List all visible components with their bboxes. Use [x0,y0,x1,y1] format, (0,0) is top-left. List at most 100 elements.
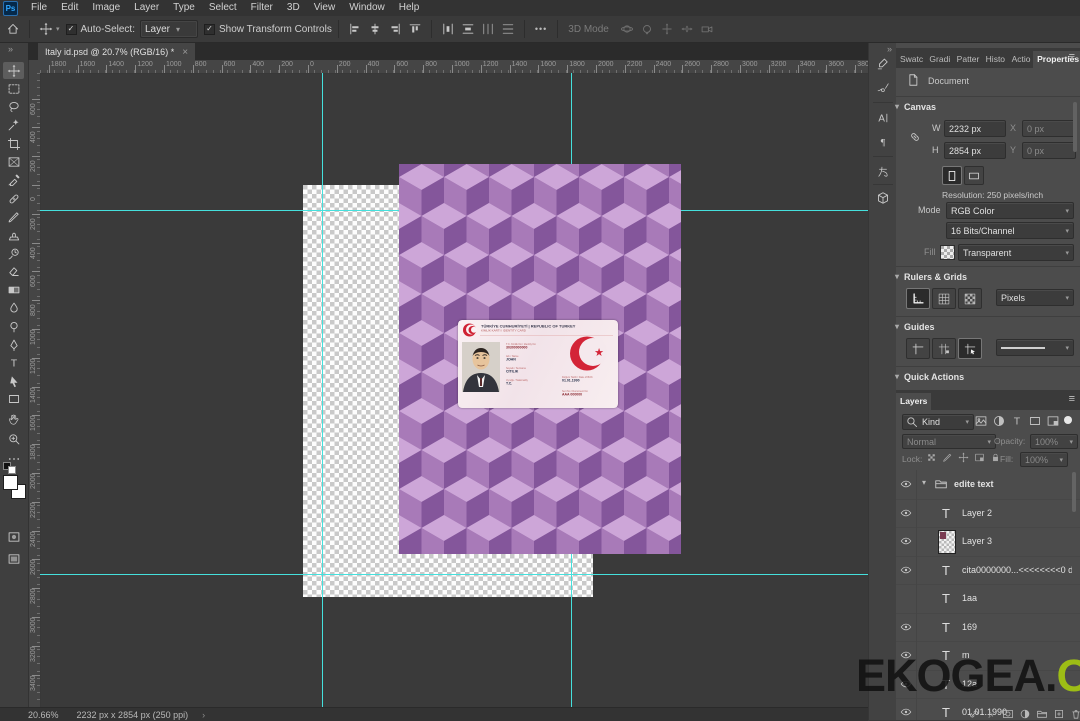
tool-path-select[interactable] [3,373,24,390]
quick-mask-button[interactable] [3,528,24,545]
eye-icon[interactable] [900,478,912,490]
tool-healing[interactable] [3,190,24,207]
lock-smart-obj-icon[interactable] [974,452,985,463]
screen-mode-button[interactable] [3,550,24,567]
layer-row[interactable]: T 1aa [896,584,1080,614]
tool-move[interactable] [3,62,24,79]
tool-shape[interactable] [3,390,24,407]
menu-select[interactable]: Select [202,0,244,16]
menu-type[interactable]: Type [166,0,202,16]
align-center-h-icon[interactable] [368,22,382,36]
fill-swatch[interactable] [940,245,955,260]
lock-checker-icon[interactable] [926,452,937,463]
folder-icon[interactable] [1036,708,1048,720]
color-swatches[interactable] [3,462,26,502]
toggle-guides-button[interactable] [906,338,930,359]
tool-hand[interactable] [3,410,24,427]
guide-horizontal-2[interactable] [40,574,868,575]
scrollbar-thumb[interactable] [1073,102,1077,152]
tool-lasso[interactable] [3,99,24,116]
tool-crop[interactable] [3,135,24,152]
tab-patter[interactable]: Patter [953,51,982,68]
layer-filter-kind-dropdown[interactable]: Kind ▾ [902,414,974,430]
eye-icon[interactable] [900,535,912,547]
panel-menu-icon[interactable]: ≡ [1069,51,1075,63]
scrollbar-thumb[interactable] [1072,472,1076,512]
link-dimensions-icon[interactable] [908,130,922,144]
panel-menu-icon[interactable]: ≡ [1069,393,1075,405]
orientation-landscape-button[interactable] [964,166,984,185]
ruler-horizontal[interactable]: 1800 1600 1400 1200 1000 800 600 400 200 0 200 400 6… [40,60,868,74]
menu-view[interactable]: View [307,0,343,16]
more-options-icon[interactable]: ••• [535,24,547,34]
filter-type-icon[interactable]: T [1010,414,1024,428]
align-left-icon[interactable] [348,22,362,36]
eye-icon[interactable] [900,507,912,519]
eye-icon[interactable] [900,706,912,718]
link-icon[interactable] [968,708,980,720]
layer-row[interactable]: Tcita0000000...<<<<<<<<0 d [896,555,1080,585]
layer-row[interactable]: ▾ edite text [896,470,1080,500]
id-card[interactable]: TÜRKİYE CUMHURİYETİ | REPUBLIC OF TURKEY… [458,320,618,408]
distribute-dist-4-icon[interactable] [501,22,515,36]
tool-history-brush[interactable] [3,245,24,262]
canvas-section-header[interactable]: ▾ Canvas [895,102,936,112]
guide-vertical-2[interactable] [571,73,572,164]
document-tab[interactable]: Italy id.psd @ 20.7% (RGB/16) * × [38,42,196,61]
tool-type[interactable]: T [3,355,24,372]
ruler-units-dropdown[interactable]: Pixels ▾ [996,289,1074,306]
mask-icon[interactable] [1002,708,1014,720]
tab-histo[interactable]: Histo [982,51,1008,68]
mode-dropdown[interactable]: RGB Color ▾ [946,202,1074,219]
tool-blur[interactable] [3,300,24,317]
menu-file[interactable]: File [24,0,54,16]
eye-icon[interactable] [900,621,912,633]
tab-swatc[interactable]: Swatc [896,51,925,68]
align-right-icon[interactable] [388,22,402,36]
tool-marquee[interactable] [3,80,24,97]
adjust-icon[interactable] [1019,708,1031,720]
close-icon[interactable]: × [182,47,188,58]
auto-select-checkbox[interactable]: ✓ [65,23,77,35]
distribute-dist-2-icon[interactable] [461,22,475,36]
toggle-grid-button[interactable] [932,288,956,309]
lock-move-icon[interactable] [958,452,969,463]
clear-guides-button[interactable] [958,338,982,359]
tool-eraser[interactable] [3,263,24,280]
toolbar-collapse-icon[interactable]: » [8,44,13,54]
layer-thumbnail[interactable] [938,530,956,554]
orientation-portrait-button[interactable] [942,166,962,185]
menu-edit[interactable]: Edit [54,0,85,16]
fx-icon[interactable]: fx [985,708,997,720]
bit-depth-dropdown[interactable]: 16 Bits/Channel ▾ [946,222,1074,239]
home-icon[interactable] [6,22,20,36]
guide-horizontal-1[interactable] [40,210,399,211]
cube-3d-icon[interactable] [875,190,891,206]
quick-actions-section-header[interactable]: ▾ Quick Actions [895,372,964,382]
zoom-level[interactable]: 20.66% [28,710,59,720]
distribute-dist-1-icon[interactable] [441,22,455,36]
toggle-transparency-button[interactable] [958,288,982,309]
layer-row[interactable]: T 169 [896,612,1080,642]
align-top-icon[interactable] [408,22,422,36]
auto-select-dropdown[interactable]: Layer ▾ [140,20,198,38]
filter-smart-obj-icon[interactable] [1046,414,1060,428]
tool-eyedropper[interactable] [3,172,24,189]
move-tool-icon[interactable] [39,22,53,36]
rulers-grids-section-header[interactable]: ▾ Rulers & Grids [895,272,967,282]
filter-adjust-icon[interactable] [992,414,1006,428]
menu-layer[interactable]: Layer [127,0,166,16]
status-chevron-icon[interactable]: › [202,710,205,720]
width-field[interactable]: 2232 px [944,120,1006,137]
foreground-color-swatch[interactable] [3,475,18,490]
guide-style-dropdown[interactable]: ▾ [996,339,1074,356]
show-transform-checkbox[interactable]: ✓ [204,23,215,35]
guide-layout-button[interactable] [932,338,956,359]
toggle-rulers-button[interactable] [906,288,930,309]
tool-stamp[interactable] [3,227,24,244]
tab-actio[interactable]: Actio [1008,51,1034,68]
brush-settings-icon[interactable] [875,56,891,72]
guide-horizontal-1[interactable] [681,210,868,211]
lock-brush-icon[interactable] [942,452,953,463]
tool-frame[interactable] [3,154,24,171]
